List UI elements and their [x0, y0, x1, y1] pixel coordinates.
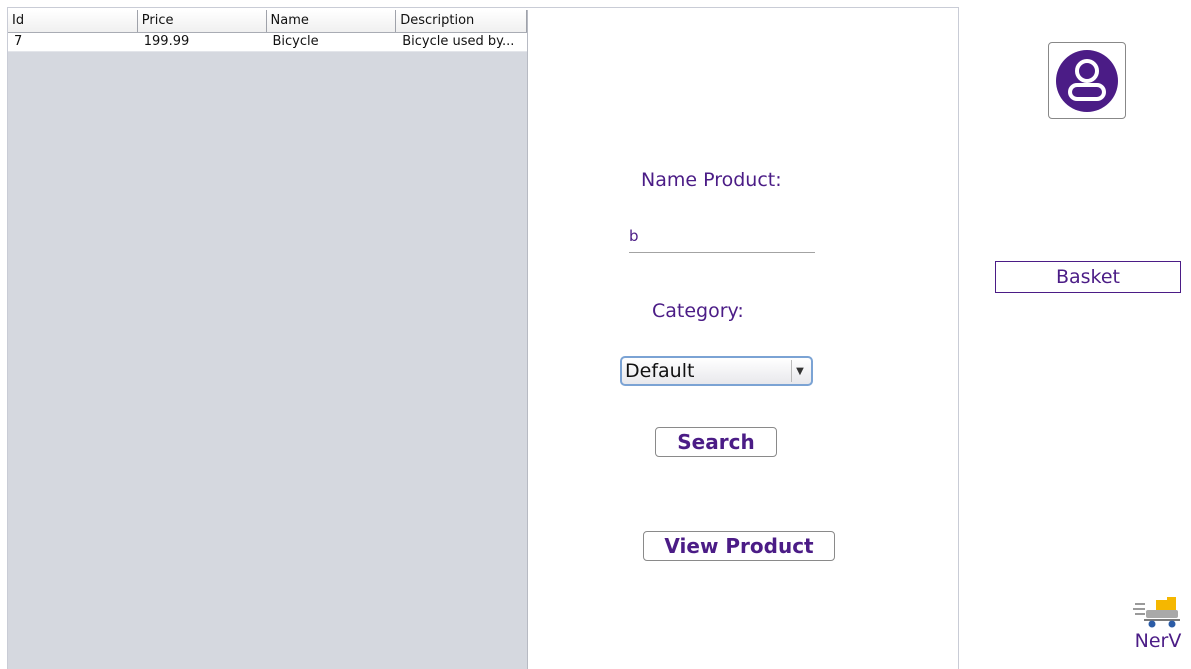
name-product-label: Name Product: — [641, 169, 782, 191]
cell-price: 199.99 — [143, 34, 190, 49]
category-select[interactable]: Default ▼ — [620, 356, 813, 386]
products-table[interactable]: Id Price Name Description 7 199.99 Bicyc… — [8, 10, 528, 669]
profile-button[interactable] — [1048, 42, 1126, 119]
user-avatar-icon — [1056, 49, 1118, 112]
view-product-button[interactable]: View Product — [643, 531, 835, 561]
basket-button[interactable]: Basket — [995, 261, 1181, 293]
cell-name: Bicycle — [272, 34, 319, 49]
cell-description: Bicycle used by... — [402, 34, 515, 49]
column-header-description[interactable]: Description — [396, 10, 527, 32]
nerv-logo: NerV — [1132, 593, 1182, 653]
chevron-down-icon[interactable]: ▼ — [791, 360, 808, 382]
column-header-id[interactable]: Id — [8, 10, 138, 32]
name-product-input[interactable] — [629, 220, 815, 253]
table-header: Id Price Name Description — [8, 10, 527, 33]
category-label: Category: — [652, 300, 744, 322]
column-header-price[interactable]: Price — [137, 10, 267, 32]
delivery-cart-logo-icon — [1133, 597, 1180, 628]
table-row[interactable]: 7 199.99 Bicycle Bicycle used by... — [8, 33, 527, 52]
column-header-name[interactable]: Name — [266, 10, 397, 32]
category-selected-value: Default — [625, 360, 695, 382]
search-button[interactable]: Search — [655, 427, 777, 457]
cell-id: 7 — [14, 34, 23, 49]
logo-text: NerV — [1134, 630, 1182, 652]
